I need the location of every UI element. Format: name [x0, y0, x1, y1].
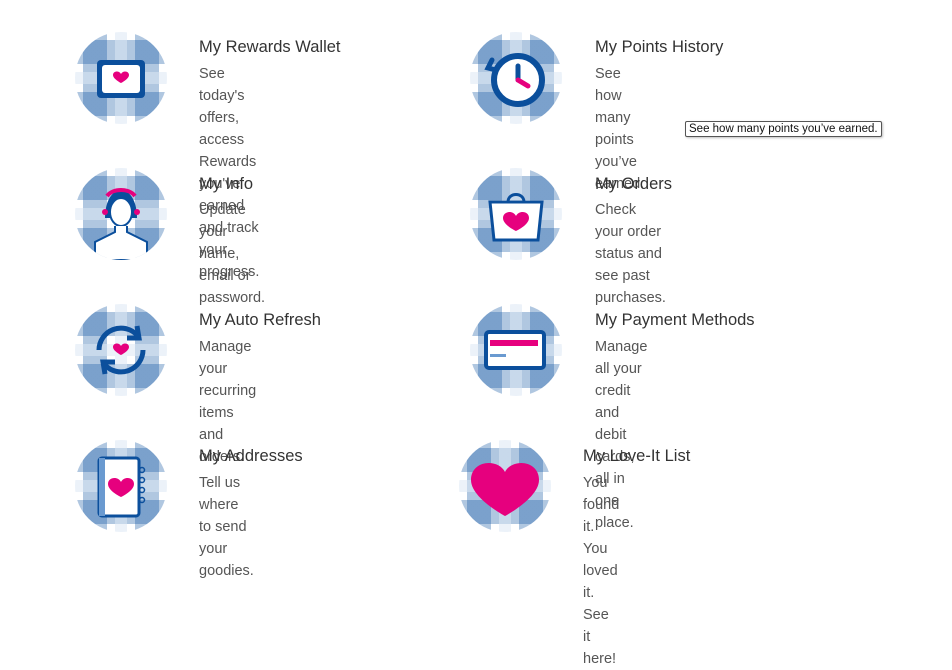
card-title[interactable]: My Info [199, 175, 253, 194]
refresh-heart-icon[interactable] [75, 304, 167, 396]
card-title[interactable]: My Auto Refresh [199, 311, 321, 330]
desc-line: purchases. [595, 290, 666, 306]
card-title[interactable]: My Rewards Wallet [199, 38, 341, 57]
heart-icon[interactable] [459, 440, 551, 532]
card-description: You found it. You loved it. See it here! [583, 472, 619, 670]
desc-line: your goodies. [199, 541, 254, 579]
desc-line: Manage your recurring [199, 339, 257, 399]
desc-line: Update your name, [199, 202, 246, 262]
desc-line: See today's offers, access Rewards [199, 66, 257, 170]
tooltip: See how many points you’ve earned. [685, 121, 882, 137]
desc-line: email or password. [199, 268, 266, 306]
card-title[interactable]: My Orders [595, 175, 672, 194]
card-title[interactable]: My Addresses [199, 447, 303, 466]
card-description: Check your order status and see past pur… [595, 199, 666, 309]
card-description: Update your name, email or password. [199, 199, 265, 309]
desc-line: Tell us where to send [199, 475, 247, 535]
desc-line: Check your order status and see past [595, 202, 662, 284]
profile-person-icon[interactable] [75, 168, 167, 260]
clock-history-icon[interactable] [470, 32, 562, 124]
card-description: Tell us where to send your goodies. [199, 472, 254, 582]
desc-line: You found it. You loved it. See it here! [583, 475, 620, 667]
shopping-bag-icon[interactable] [470, 168, 562, 260]
card-title[interactable]: My Payment Methods [595, 311, 755, 330]
card-title[interactable]: My Love-It List [583, 447, 690, 466]
address-book-icon[interactable] [75, 440, 167, 532]
credit-card-icon[interactable] [470, 304, 562, 396]
card-title[interactable]: My Points History [595, 38, 723, 57]
wallet-icon[interactable] [75, 32, 167, 124]
